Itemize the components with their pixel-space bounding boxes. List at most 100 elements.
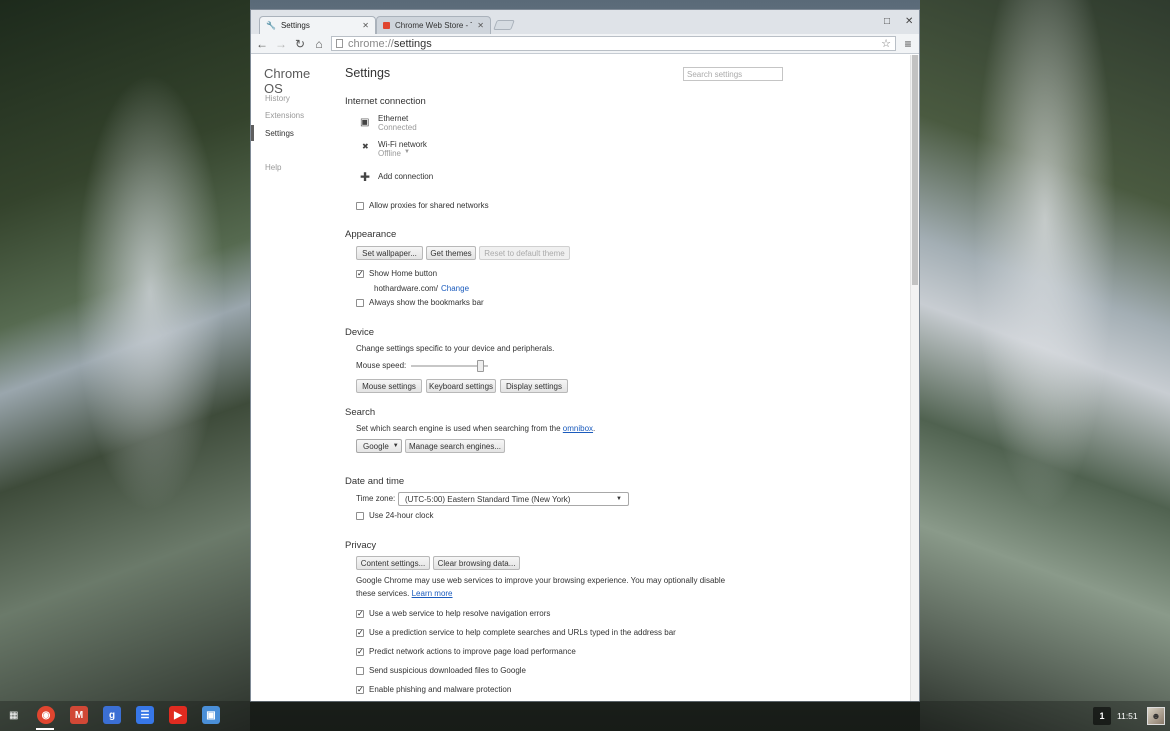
proxy-label: Allow proxies for shared networks xyxy=(369,201,489,210)
proxy-checkbox[interactable] xyxy=(356,202,364,210)
home-url: hothardware.com/ xyxy=(374,284,439,293)
privacy-label-phishing: Enable phishing and malware protection xyxy=(369,685,512,694)
tab-strip: 🔧 Settings ✕ Chrome Web Store - The ✕ □ … xyxy=(251,10,919,34)
chrome-icon[interactable]: ◉ xyxy=(37,706,55,724)
chevron-down-icon: ▼ xyxy=(392,443,399,449)
home-icon[interactable]: ⌂ xyxy=(312,37,326,51)
search-settings-input[interactable]: Search settings xyxy=(683,67,783,81)
clock[interactable]: 11:51 xyxy=(1117,711,1141,721)
url-host: settings xyxy=(393,37,432,50)
ethernet-status: Connected xyxy=(378,123,417,132)
content-settings-button[interactable]: Content settings... xyxy=(356,556,430,570)
wrench-icon: 🔧 xyxy=(266,21,276,30)
timezone-label: Time zone: xyxy=(356,494,396,503)
page-title: Settings xyxy=(345,66,391,80)
mouse-speed-knob[interactable] xyxy=(476,360,484,372)
display-settings-button[interactable]: Display settings xyxy=(500,379,568,393)
timezone-value: (UTC-5:00) Eastern Standard Time (New Yo… xyxy=(405,494,571,504)
webstore-icon xyxy=(383,22,390,29)
menu-icon[interactable]: ≡ xyxy=(901,37,915,51)
mouse-settings-button[interactable]: Mouse settings xyxy=(356,379,422,393)
set-wallpaper-button[interactable]: Set wallpaper... xyxy=(356,246,423,260)
files-icon[interactable]: ▣ xyxy=(202,706,220,724)
privacy-label-suspicious-files: Send suspicious downloaded files to Goog… xyxy=(369,666,526,675)
launcher-icon[interactable]: ▦ xyxy=(9,710,18,721)
gmail-icon[interactable]: M xyxy=(70,706,88,724)
close-icon[interactable]: ✕ xyxy=(477,21,484,30)
sidebar-item-history[interactable]: History xyxy=(265,94,290,103)
privacy-checkbox-predict-network[interactable]: ✓ xyxy=(356,648,364,656)
privacy-label-predict-network: Predict network actions to improve page … xyxy=(369,647,576,656)
settings-page: Chrome OS History Extensions Settings He… xyxy=(251,55,911,701)
youtube-icon[interactable]: ▶ xyxy=(169,706,187,724)
bookmarks-bar-checkbox[interactable] xyxy=(356,299,364,307)
notification-badge[interactable]: 1 xyxy=(1093,707,1111,725)
ethernet-name[interactable]: Ethernet xyxy=(378,114,408,123)
bookmarks-bar-label: Always show the bookmarks bar xyxy=(369,298,484,307)
search-description: Set which search engine is used when sea… xyxy=(356,424,595,433)
add-icon: ✚ xyxy=(360,170,371,184)
search-engine-value: Google xyxy=(363,441,389,451)
sidebar-item-help[interactable]: Help xyxy=(265,163,281,172)
clear-browsing-button[interactable]: Clear browsing data... xyxy=(433,556,520,570)
clock24-checkbox[interactable] xyxy=(356,512,364,520)
close-icon[interactable]: ✕ xyxy=(362,21,369,30)
docs-icon[interactable]: ☰ xyxy=(136,706,154,724)
wallpaper-left xyxy=(0,0,250,731)
section-device: Device xyxy=(345,327,375,338)
mouse-speed-label: Mouse speed: xyxy=(356,361,407,370)
chevron-down-icon[interactable]: ▼ xyxy=(404,149,410,155)
tab-title: Settings xyxy=(280,21,310,30)
sidebar-item-settings[interactable]: Settings xyxy=(265,129,294,138)
back-icon[interactable]: ← xyxy=(255,37,269,51)
section-appearance: Appearance xyxy=(345,229,397,240)
tab-title: Chrome Web Store - The xyxy=(395,21,472,30)
get-themes-button[interactable]: Get themes xyxy=(426,246,476,260)
privacy-checkbox-suspicious-files[interactable] xyxy=(356,667,364,675)
tab-settings[interactable]: 🔧 Settings ✕ xyxy=(259,16,376,34)
tab-webstore[interactable]: Chrome Web Store - The ✕ xyxy=(376,16,491,34)
avatar[interactable]: ☻ xyxy=(1147,707,1165,725)
google-search-icon[interactable]: g xyxy=(103,706,121,724)
sidebar: Chrome OS History Extensions Settings He… xyxy=(251,55,331,695)
sidebar-item-extensions[interactable]: Extensions xyxy=(265,111,304,120)
reload-icon[interactable]: ↻ xyxy=(293,37,307,51)
show-home-label: Show Home button xyxy=(369,269,438,278)
selected-indicator xyxy=(251,125,254,141)
reset-theme-button[interactable]: Reset to default theme xyxy=(479,246,570,260)
url-scheme: chrome:// xyxy=(348,37,394,50)
learn-more-link[interactable]: Learn more xyxy=(412,589,453,598)
search-description-suffix: . xyxy=(593,424,596,433)
add-connection[interactable]: Add connection xyxy=(378,172,433,181)
close-window-icon[interactable]: ✕ xyxy=(905,16,913,27)
section-datetime: Date and time xyxy=(345,476,405,487)
privacy-label-prediction: Use a prediction service to help complet… xyxy=(369,628,676,637)
star-icon[interactable]: ☆ xyxy=(881,37,891,50)
privacy-label-nav-errors: Use a web service to help resolve naviga… xyxy=(369,609,551,618)
manage-search-engines-button[interactable]: Manage search engines... xyxy=(405,439,505,453)
wallpaper-right xyxy=(920,0,1170,731)
search-engine-select[interactable]: Google ▼ xyxy=(356,439,402,453)
scrollbar[interactable] xyxy=(910,55,919,701)
privacy-description-line1: Google Chrome may use web services to im… xyxy=(356,576,726,585)
clock24-label: Use 24-hour clock xyxy=(369,511,434,520)
privacy-checkbox-prediction[interactable]: ✓ xyxy=(356,629,364,637)
keyboard-settings-button[interactable]: Keyboard settings xyxy=(426,379,496,393)
wifi-name[interactable]: Wi-Fi network xyxy=(378,140,427,149)
forward-icon[interactable]: → xyxy=(274,37,288,51)
show-home-checkbox[interactable]: ✓ xyxy=(356,270,364,278)
change-link[interactable]: Change xyxy=(441,284,469,293)
new-tab-button[interactable] xyxy=(493,20,515,30)
search-description-text: Set which search engine is used when sea… xyxy=(356,424,561,433)
omnibox-link[interactable]: omnibox xyxy=(563,424,593,433)
privacy-checkbox-nav-errors[interactable]: ✓ xyxy=(356,610,364,618)
omnibox[interactable]: chrome:// settings ☆ xyxy=(331,36,896,51)
privacy-checkbox-phishing[interactable]: ✓ xyxy=(356,686,364,694)
maximize-icon[interactable]: □ xyxy=(884,16,890,27)
timezone-select[interactable]: (UTC-5:00) Eastern Standard Time (New Yo… xyxy=(398,492,629,506)
privacy-description-text: these services. xyxy=(356,589,410,598)
toolbar: ← → ↻ ⌂ chrome:// settings ☆ ≡ xyxy=(251,34,919,54)
scrollbar-thumb[interactable] xyxy=(912,55,918,285)
privacy-description-line2: these services. Learn more xyxy=(356,589,453,598)
status-area[interactable]: 1 11:51 ☻ xyxy=(1093,705,1168,727)
